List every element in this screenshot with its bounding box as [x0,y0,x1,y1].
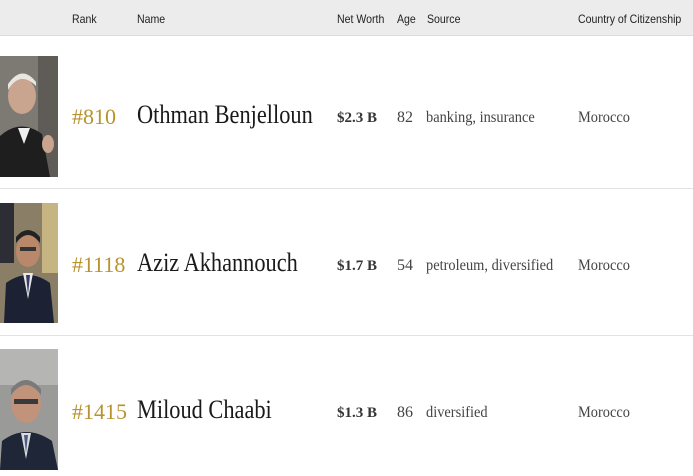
age-value: 82 [397,109,413,126]
source-value: petroleum, diversified [426,257,554,274]
country-value: Morocco [578,257,630,274]
header-net-worth[interactable]: Net Worth [337,12,384,26]
header-rank[interactable]: Rank [72,12,97,26]
net-worth-value: $1.7 B [337,258,378,274]
header-country[interactable]: Country of Citizenship [578,12,681,26]
country-value: Morocco [578,404,630,421]
age-value: 86 [397,404,413,421]
age-value: 54 [397,257,413,274]
avatar[interactable] [0,56,58,177]
rank-value: #810 [72,104,116,129]
rank-value: #1415 [72,399,127,424]
net-worth-value: $2.3 B [337,110,378,126]
table-header: Rank Name Net Worth Age Source Country o… [0,0,693,36]
person-name-link[interactable]: Othman Benjelloun [137,100,313,130]
table-row[interactable]: #1118 Aziz Akhannouch $1.7 B 54 petroleu… [0,189,693,336]
table-row[interactable]: #1415 Miloud Chaabi $1.3 B 86 diversifie… [0,336,693,476]
table-row[interactable]: #810 Othman Benjelloun $2.3 B 82 banking… [0,41,693,188]
person-name-link[interactable]: Miloud Chaabi [137,395,272,425]
avatar[interactable] [0,349,58,470]
country-value: Morocco [578,109,630,126]
person-name-link[interactable]: Aziz Akhannouch [137,248,298,278]
avatar[interactable] [0,203,58,323]
net-worth-value: $1.3 B [337,405,378,421]
header-name[interactable]: Name [137,12,165,26]
header-source[interactable]: Source [427,12,460,26]
source-value: diversified [426,404,488,421]
source-value: banking, insurance [426,109,535,126]
rank-value: #1118 [72,252,126,277]
header-age[interactable]: Age [397,12,416,26]
